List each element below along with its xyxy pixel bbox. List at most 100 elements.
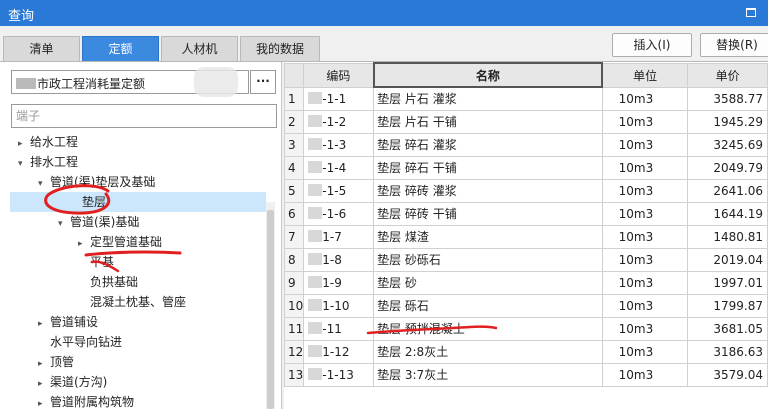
chevron-down-icon[interactable]: ▾ bbox=[58, 214, 70, 234]
cell-code: -1-6 bbox=[303, 201, 375, 226]
cell-code: 1-8 bbox=[303, 247, 375, 272]
replace-button[interactable]: 替换(R) bbox=[700, 33, 768, 57]
cell-name: 垫层 碎石 灌浆 bbox=[373, 132, 603, 157]
row-number: 7 bbox=[283, 224, 305, 249]
chevron-right-icon[interactable]: ▸ bbox=[38, 314, 50, 334]
redacted-text bbox=[308, 206, 323, 219]
row-number: 5 bbox=[283, 178, 305, 203]
table-row[interactable]: 4 -1-4 垫层 碎石 干铺 10m3 2049.79 bbox=[283, 155, 768, 180]
chevron-right-icon[interactable]: ▸ bbox=[38, 374, 50, 394]
table-row[interactable]: 6 -1-6 垫层 碎砖 干铺 10m3 1644.19 bbox=[283, 201, 768, 226]
tree-node[interactable]: ▸ 管道附属构筑物 bbox=[38, 392, 134, 409]
header-rownum bbox=[283, 62, 305, 88]
chevron-right-icon[interactable]: ▸ bbox=[78, 234, 90, 254]
tree-node-label: 垫层 bbox=[82, 195, 107, 209]
tree-node-label: 水平导向钻进 bbox=[50, 335, 123, 349]
tree-node-label: 顶管 bbox=[50, 355, 75, 369]
chevron-down-icon[interactable]: ▾ bbox=[18, 154, 30, 174]
header-code[interactable]: 编码 bbox=[303, 62, 375, 88]
tree-node-label: 排水工程 bbox=[30, 155, 79, 169]
tree-node[interactable]: 水平导向钻进 bbox=[38, 332, 122, 352]
cell-code: 1-7 bbox=[303, 224, 375, 249]
tab-labor-material-machine[interactable]: 人材机 bbox=[161, 36, 238, 62]
cell-name: 垫层 预拌混凝土 bbox=[373, 316, 603, 341]
cell-name: 垫层 砂 bbox=[373, 270, 603, 295]
tree-node-label: 管道附属构筑物 bbox=[50, 395, 135, 409]
restore-icon[interactable] bbox=[746, 8, 756, 17]
quota-table: 编码 名称 单位 单价 1 -1-1 垫层 片石 灌浆 10m3 3588.77 2 -1-… bbox=[283, 62, 768, 387]
scrollbar-thumb[interactable] bbox=[267, 210, 274, 409]
cell-name: 垫层 3:7灰土 bbox=[373, 362, 603, 387]
header-name[interactable]: 名称 bbox=[372, 62, 604, 88]
tree-node[interactable]: 垫层 bbox=[10, 192, 266, 212]
row-number: 6 bbox=[283, 201, 305, 226]
cell-unit: 10m3 bbox=[601, 178, 689, 203]
table-row[interactable]: 11 -11 垫层 预拌混凝土 10m3 3681.05 bbox=[283, 316, 768, 341]
chevron-right-icon[interactable]: ▸ bbox=[38, 354, 50, 374]
library-select[interactable]: 市政工程消耗量定额 bbox=[11, 67, 249, 97]
browse-button[interactable]: ··· bbox=[250, 70, 276, 94]
table-row[interactable]: 8 1-8 垫层 砂砾石 10m3 2019.04 bbox=[283, 247, 768, 272]
cell-price: 3186.63 bbox=[687, 339, 768, 364]
tab-my-data[interactable]: 我的数据 bbox=[240, 36, 320, 62]
table-row[interactable]: 5 -1-5 垫层 碎砖 灌浆 10m3 2641.06 bbox=[283, 178, 768, 203]
tree-node[interactable]: ▸ 给水工程 bbox=[18, 132, 78, 152]
table-row[interactable]: 1 -1-1 垫层 片石 灌浆 10m3 3588.77 bbox=[283, 86, 768, 111]
cell-price: 1945.29 bbox=[687, 109, 768, 134]
tree-node[interactable]: ▸ 渠道(方沟) bbox=[38, 372, 107, 392]
cell-code: -1-1 bbox=[303, 86, 375, 111]
tree-node-label: 混凝土枕基、管座 bbox=[90, 295, 187, 309]
tree-node[interactable]: 平基 bbox=[78, 252, 114, 272]
cell-unit: 10m3 bbox=[601, 86, 689, 111]
tree-node[interactable]: ▾ 管道(渠)垫层及基础 bbox=[38, 172, 155, 192]
chevron-right-icon[interactable]: ▸ bbox=[38, 394, 50, 409]
row-number: 11 bbox=[283, 316, 305, 341]
tree-node[interactable]: ▾ 管道(渠)基础 bbox=[58, 212, 139, 232]
cell-unit: 10m3 bbox=[601, 109, 689, 134]
table-row[interactable]: 2 -1-2 垫层 片石 干铺 10m3 1945.29 bbox=[283, 109, 768, 134]
redacted-text bbox=[308, 160, 323, 173]
cell-price: 2019.04 bbox=[687, 247, 768, 272]
tree-node[interactable]: 混凝土枕基、管座 bbox=[78, 292, 186, 312]
tab-bill[interactable]: 清单 bbox=[3, 36, 80, 62]
row-number: 2 bbox=[283, 109, 305, 134]
tree-node[interactable]: ▸ 顶管 bbox=[38, 352, 74, 372]
redacted-text bbox=[308, 298, 323, 311]
table-row[interactable]: 3 -1-3 垫层 碎石 灌浆 10m3 3245.69 bbox=[283, 132, 768, 157]
code-text: -1-5 bbox=[322, 183, 347, 198]
cell-code: -1-13 bbox=[303, 362, 375, 387]
tree-node[interactable]: 负拱基础 bbox=[78, 272, 138, 292]
insert-button[interactable]: 插入(I) bbox=[612, 33, 692, 57]
filter-input[interactable]: 端子 bbox=[11, 104, 277, 128]
table-row[interactable]: 10 1-10 垫层 砾石 10m3 1799.87 bbox=[283, 293, 768, 318]
cell-name: 垫层 砾石 bbox=[373, 293, 603, 318]
cell-name: 垫层 碎砖 灌浆 bbox=[373, 178, 603, 203]
cell-name: 垫层 碎石 干铺 bbox=[373, 155, 603, 180]
header-price[interactable]: 单价 bbox=[687, 62, 768, 88]
table-row[interactable]: 9 1-9 垫层 砂 10m3 1997.01 bbox=[283, 270, 768, 295]
tree-node[interactable]: ▸ 定型管道基础 bbox=[78, 232, 162, 252]
chevron-right-icon[interactable]: ▸ bbox=[18, 134, 30, 154]
tree-node[interactable]: ▸ 管道铺设 bbox=[38, 312, 98, 332]
cell-name: 垫层 砂砾石 bbox=[373, 247, 603, 272]
table-row[interactable]: 7 1-7 垫层 煤渣 10m3 1480.81 bbox=[283, 224, 768, 249]
row-number: 1 bbox=[283, 86, 305, 111]
redacted-text bbox=[308, 114, 323, 127]
chevron-down-icon[interactable]: ▾ bbox=[38, 174, 50, 194]
table-row[interactable]: 13 -1-13 垫层 3:7灰土 10m3 3579.04 bbox=[283, 362, 768, 387]
header-unit[interactable]: 单位 bbox=[601, 62, 689, 88]
redacted-text bbox=[308, 183, 323, 196]
code-text: -1-1 bbox=[322, 91, 347, 106]
cell-price: 3681.05 bbox=[687, 316, 768, 341]
tree-node[interactable]: ▾ 排水工程 bbox=[18, 152, 78, 172]
tab-quota[interactable]: 定额 bbox=[82, 36, 159, 62]
row-number: 13 bbox=[283, 362, 305, 387]
tree-scrollbar[interactable] bbox=[266, 202, 275, 409]
quota-tree: ▸ 给水工程 ▾ 排水工程 ▾ 管道(渠)垫层及基础 垫层 ▾ 管道(渠)基础 ▸ 定型管道基础 平基… bbox=[0, 132, 266, 409]
cell-unit: 10m3 bbox=[601, 224, 689, 249]
cell-price: 3245.69 bbox=[687, 132, 768, 157]
cell-name: 垫层 碎砖 干铺 bbox=[373, 201, 603, 226]
cell-unit: 10m3 bbox=[601, 339, 689, 364]
table-row[interactable]: 12 1-12 垫层 2:8灰土 10m3 3186.63 bbox=[283, 339, 768, 364]
redacted-text bbox=[308, 91, 323, 104]
